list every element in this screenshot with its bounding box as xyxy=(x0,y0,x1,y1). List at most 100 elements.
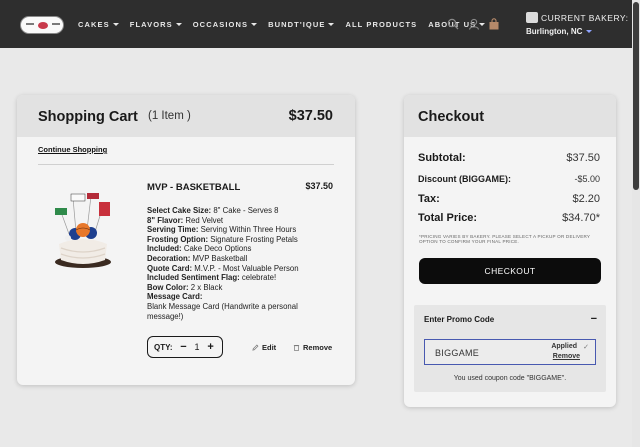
promo-code-input[interactable]: BIGGAME Applied ✓ Remove xyxy=(424,339,596,365)
decrease-quantity-button[interactable]: − xyxy=(179,342,189,353)
total-value: $34.70* xyxy=(562,212,600,224)
collapse-promo-button[interactable]: − xyxy=(591,314,597,325)
checkout-panel: Checkout Subtotal: $37.50 Discount (BIGG… xyxy=(404,95,616,407)
option-label: Serving Time: xyxy=(147,225,199,235)
checkout-title: Checkout xyxy=(418,109,485,125)
nav-item-occasions[interactable]: OCCASIONS xyxy=(192,20,258,29)
nav-label: CAKES xyxy=(78,20,110,29)
shopping-cart-panel: Shopping Cart (1 Item ) $37.50 Continue … xyxy=(17,95,355,385)
brand-logo[interactable] xyxy=(20,16,64,34)
option-row: Quote Card: M.V.P. - Most Valuable Perso… xyxy=(147,264,335,274)
option-row: Serving Time: Serving Within Three Hours xyxy=(147,225,335,235)
option-row: Message Card: xyxy=(147,292,335,302)
option-value: MVP Basketball xyxy=(192,253,248,263)
quantity-value[interactable]: 1 xyxy=(195,342,200,352)
discount-label: Discount (BIGGAME): xyxy=(418,174,511,184)
subtotal-value: $37.50 xyxy=(566,152,600,164)
increase-quantity-button[interactable]: + xyxy=(206,342,216,353)
pricing-disclaimer: *PRICING VARIES BY BAKERY. PLEASE SELECT… xyxy=(419,234,591,245)
option-value: 2 x Black xyxy=(190,282,223,292)
nav-item-all-products[interactable]: ALL PRODUCTS xyxy=(345,20,417,29)
option-value: Signature Frosting Petals xyxy=(210,234,298,244)
product-options: Select Cake Size: 8" Cake - Serves 8 8" … xyxy=(147,206,335,321)
message-card-text: Blank Message Card (Handwrite a personal… xyxy=(147,301,298,321)
option-row: 8" Flavor: Red Velvet xyxy=(147,216,335,226)
edit-button[interactable]: Edit xyxy=(252,343,276,352)
check-icon: ✓ xyxy=(583,344,589,351)
bakery-location-selector[interactable]: Burlington, NC xyxy=(526,27,593,36)
product-image[interactable] xyxy=(51,192,115,272)
promo-code-title: Enter Promo Code xyxy=(424,315,495,324)
option-label: Select Cake Size: xyxy=(147,206,212,215)
edit-label: Edit xyxy=(262,343,277,352)
option-row: Bow Color: 2 x Black xyxy=(147,283,335,293)
user-icon[interactable] xyxy=(468,18,480,30)
option-row: Select Cake Size: 8" Cake - Serves 8 xyxy=(147,206,335,216)
chevron-down-icon xyxy=(479,23,486,26)
main-nav: CAKES FLAVORS OCCASIONS BUNDT'IQUE ALL P… xyxy=(78,20,486,29)
top-navigation-bar: CAKES FLAVORS OCCASIONS BUNDT'IQUE ALL P… xyxy=(0,0,632,48)
option-label: Bow Color: xyxy=(147,282,189,292)
total-row: Total Price: $34.70* xyxy=(418,212,600,224)
page-scrollbar[interactable] xyxy=(632,0,640,447)
tax-row: Tax: $2.20 xyxy=(418,193,600,205)
option-value: celebrate! xyxy=(241,273,277,283)
option-row: Frosting Option: Signature Frosting Peta… xyxy=(147,235,335,245)
subtotal-row: Subtotal: $37.50 xyxy=(418,152,600,164)
promo-code-value: BIGGAME xyxy=(435,348,480,358)
promo-confirmation-message: You used coupon code "BIGGAME". xyxy=(453,375,567,382)
option-value: Serving Within Three Hours xyxy=(200,225,297,235)
option-label: Frosting Option: xyxy=(147,234,209,244)
cart-title: Shopping Cart xyxy=(38,109,138,125)
bag-icon[interactable] xyxy=(488,18,500,30)
cart-item-count: (1 Item ) xyxy=(148,110,191,122)
nav-label: BUNDT'IQUE xyxy=(268,20,326,29)
option-row: Included Sentiment Flag: celebrate! xyxy=(147,273,335,283)
option-label: Decoration: xyxy=(147,253,191,263)
product-price: $37.50 xyxy=(305,181,333,191)
cart-header: Shopping Cart (1 Item ) $37.50 xyxy=(17,95,355,137)
discount-row: Discount (BIGGAME): -$5.00 xyxy=(418,174,600,184)
checkout-button[interactable]: CHECKOUT xyxy=(419,258,601,284)
pencil-icon xyxy=(252,344,259,351)
option-value: Red Velvet xyxy=(185,215,224,225)
promo-code-section: Enter Promo Code − BIGGAME Applied ✓ Rem… xyxy=(414,305,606,392)
chevron-down-icon xyxy=(175,23,182,26)
nav-item-cakes[interactable]: CAKES xyxy=(78,20,119,29)
option-value: 8" Cake - Serves 8 xyxy=(213,206,279,215)
divider xyxy=(38,164,334,165)
option-label: Included Sentiment Flag: xyxy=(147,273,240,283)
option-label: Message Card: xyxy=(147,292,203,302)
cart-total: $37.50 xyxy=(288,108,333,124)
subtotal-label: Subtotal: xyxy=(418,152,466,164)
remove-promo-button[interactable]: Remove xyxy=(553,353,580,360)
nav-label: FLAVORS xyxy=(129,20,173,29)
continue-shopping-link[interactable]: Continue Shopping xyxy=(38,145,107,154)
total-label: Total Price: xyxy=(418,212,478,224)
bakery-city: Burlington, NC xyxy=(526,27,583,36)
tax-label: Tax: xyxy=(418,193,440,205)
logo-emblem xyxy=(38,22,48,29)
option-label: Quote Card: xyxy=(147,263,193,273)
quantity-stepper: QTY: − 1 + xyxy=(147,336,223,358)
nav-item-bundtique[interactable]: BUNDT'IQUE xyxy=(268,20,335,29)
discount-value: -$5.00 xyxy=(574,174,600,184)
scrollbar-thumb[interactable] xyxy=(633,2,639,190)
nav-label: ALL PRODUCTS xyxy=(345,20,418,29)
nav-item-flavors[interactable]: FLAVORS xyxy=(130,20,182,29)
logo-decoration xyxy=(52,23,60,25)
nav-label: OCCASIONS xyxy=(192,20,249,29)
option-label: 8" Flavor: xyxy=(147,215,184,225)
trash-icon xyxy=(293,345,300,351)
store-icon xyxy=(526,12,538,23)
remove-button[interactable]: Remove xyxy=(293,343,332,352)
search-icon[interactable] xyxy=(447,18,459,30)
option-row: Decoration: MVP Basketball xyxy=(147,254,335,264)
chevron-down-icon xyxy=(328,23,335,26)
option-row: Included: Cake Deco Options xyxy=(147,244,335,254)
chevron-down-icon xyxy=(586,30,593,33)
quantity-label: QTY: xyxy=(154,342,173,352)
option-value: M.V.P. - Most Valuable Person xyxy=(194,263,299,273)
chevron-down-icon xyxy=(112,23,119,26)
option-label: Included: xyxy=(147,244,182,254)
